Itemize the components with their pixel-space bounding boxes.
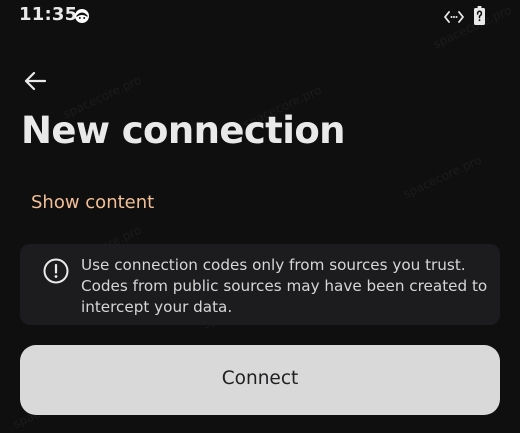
page-title: New connection [21,109,346,152]
status-time: 11:35 [19,4,78,25]
show-content-link[interactable]: Show content [31,192,154,213]
warning-text: Use connection codes only from sources y… [81,256,488,316]
watermark: spacecore.pro [401,152,484,202]
connect-button[interactable]: Connect [20,345,500,415]
back-button[interactable] [18,66,52,96]
arrow-left-icon [24,71,46,91]
warning-box: Use connection codes only from sources y… [20,244,500,325]
code-brackets-icon [444,9,464,23]
battery-unknown-icon [474,6,485,25]
app-face-icon [74,8,90,24]
info-circle-icon [42,257,70,285]
connect-button-label: Connect [221,368,299,389]
status-bar: 11:35 [0,0,520,32]
